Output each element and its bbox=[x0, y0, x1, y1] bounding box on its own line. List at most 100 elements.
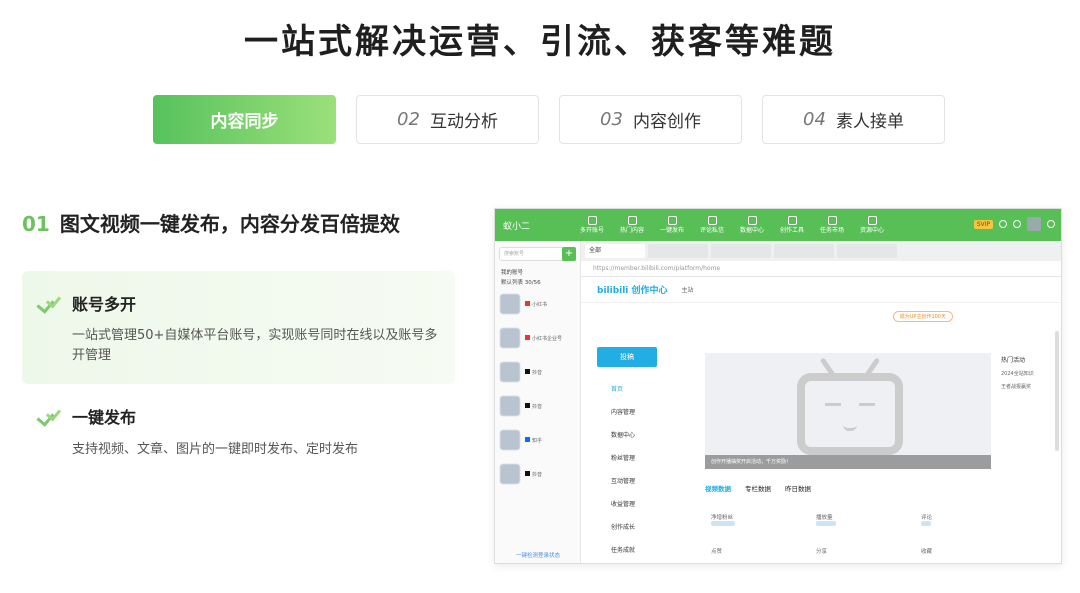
account-item[interactable]: 小红书 bbox=[495, 287, 580, 321]
data-tabs: 视频数据 专栏数据 昨日数据 bbox=[705, 483, 811, 493]
send-icon bbox=[667, 215, 677, 225]
stat-net-fans: 净增粉丝 bbox=[711, 513, 735, 528]
stat-likes: 点赞 bbox=[711, 549, 723, 555]
page: 一站式解决运营、引流、获客等难题 内容同步 02 互动分析 03 内容创作 04… bbox=[0, 0, 1080, 593]
close-icon[interactable] bbox=[1047, 220, 1055, 228]
nav-item[interactable]: 资源中心 bbox=[853, 215, 891, 235]
nav-item[interactable]: 创作工具 bbox=[773, 215, 811, 235]
tab-column-data[interactable]: 专栏数据 bbox=[745, 483, 771, 493]
feature-tabs: 内容同步 02 互动分析 03 内容创作 04 素人接单 bbox=[153, 95, 945, 144]
check-icon bbox=[38, 409, 58, 423]
stat-shares: 分享 bbox=[816, 549, 828, 555]
bili-header: bilibili 创作中心 主站 bbox=[581, 277, 1061, 303]
bili-logo: bilibili 创作中心 bbox=[597, 286, 668, 296]
feature-card-one-click-publish: 一键发布 支持视频、文章、图片的一键即时发布、定时发布 bbox=[22, 398, 455, 478]
menu-item[interactable]: 任务成就 bbox=[581, 538, 691, 561]
account-item[interactable]: 抖音 bbox=[495, 457, 580, 491]
check-login-link[interactable]: 一键检测登录状态 bbox=[495, 551, 581, 559]
tab-label: 内容创作 bbox=[632, 112, 701, 132]
tab-content-sync[interactable]: 内容同步 bbox=[153, 95, 336, 144]
account-avatar bbox=[500, 294, 520, 314]
browser-tab[interactable] bbox=[711, 244, 771, 258]
account-avatar bbox=[500, 464, 520, 484]
tab-amateur-orders[interactable]: 04 素人接单 bbox=[762, 95, 945, 144]
bell-icon[interactable] bbox=[999, 220, 1007, 228]
bili-home-link[interactable]: 主站 bbox=[682, 285, 694, 294]
tab-yesterday-data[interactable]: 昨日数据 bbox=[785, 483, 811, 493]
fire-icon bbox=[627, 215, 637, 225]
account-item[interactable]: 小红书企业号 bbox=[495, 321, 580, 355]
browser-tab[interactable]: 全部 bbox=[585, 244, 645, 258]
tree-default-list[interactable]: 默认列表 30/56 bbox=[495, 277, 580, 287]
scrollbar[interactable] bbox=[1055, 331, 1059, 451]
address-bar[interactable]: https://member.bilibili.com/platform/hom… bbox=[581, 261, 1061, 277]
bili-sidebar: 投稿 首页 内容管理 数据中心 粉丝管理 互动管理 收益管理 创作成长 任务成就 bbox=[581, 337, 691, 561]
topbar-right: SVIP bbox=[973, 217, 1055, 231]
tool-icon bbox=[787, 215, 797, 225]
chart-icon bbox=[747, 215, 757, 225]
stat-views: 播放量 bbox=[816, 513, 836, 528]
account-avatar bbox=[500, 362, 520, 382]
task-icon bbox=[827, 215, 837, 225]
tab-interaction-analysis[interactable]: 02 互动分析 bbox=[356, 95, 539, 144]
browser-tab[interactable] bbox=[837, 244, 897, 258]
menu-item[interactable]: 创作成长 bbox=[581, 515, 691, 538]
stat-favorites: 收藏 bbox=[921, 549, 933, 555]
account-item[interactable]: 抖音 bbox=[495, 355, 580, 389]
feature-description: 支持视频、文章、图片的一键即时发布、定时发布 bbox=[72, 442, 359, 457]
tab-label: 素人接单 bbox=[835, 112, 904, 132]
nav-item[interactable]: 任务市场 bbox=[813, 215, 851, 235]
feature-title: 账号多开 bbox=[72, 295, 137, 314]
nav-item[interactable]: 数据中心 bbox=[733, 215, 771, 235]
bili-pill[interactable]: 成为UP主创作100天 bbox=[892, 311, 953, 322]
tab-video-data[interactable]: 视频数据 bbox=[705, 483, 731, 493]
user-icon bbox=[587, 215, 597, 225]
nav-item[interactable]: 评论私信 bbox=[693, 215, 731, 235]
nav-item[interactable]: 多开账号 bbox=[573, 215, 611, 235]
headset-icon[interactable] bbox=[1013, 220, 1021, 228]
browser-tab[interactable] bbox=[774, 244, 834, 258]
hot-title: 热门活动 bbox=[1001, 357, 1026, 364]
svip-badge: SVIP bbox=[973, 219, 993, 229]
browser-tab[interactable] bbox=[648, 244, 708, 258]
tab-content-creation[interactable]: 03 内容创作 bbox=[559, 95, 742, 144]
grid-icon bbox=[867, 215, 877, 225]
menu-item[interactable]: 粉丝管理 bbox=[581, 446, 691, 469]
menu-item[interactable]: 数据中心 bbox=[581, 423, 691, 446]
browser-tabs: 全部 bbox=[581, 241, 1061, 261]
tab-label: 内容同步 bbox=[210, 112, 279, 132]
tree-my-accounts[interactable]: 我的账号 bbox=[495, 267, 580, 277]
account-item[interactable]: 知乎 bbox=[495, 423, 580, 457]
check-icon bbox=[38, 296, 58, 310]
account-item[interactable]: 抖音 bbox=[495, 389, 580, 423]
account-sidebar: 搜索账号 + 我的账号 默认列表 30/56 小红书 小红书企业号 抖音 抖音 … bbox=[495, 241, 581, 563]
hot-item[interactable]: 王者战报赢奖 bbox=[1001, 383, 1061, 390]
hot-item[interactable]: 2024全站知识 bbox=[1001, 370, 1061, 377]
tab-number: 04 bbox=[803, 109, 826, 130]
menu-item[interactable]: 收益管理 bbox=[581, 492, 691, 515]
menu-item[interactable]: 首页 bbox=[581, 377, 691, 400]
nav-item[interactable]: 一键发布 bbox=[653, 215, 691, 235]
nav-item[interactable]: 热门内容 bbox=[613, 215, 651, 235]
upload-button[interactable]: 投稿 bbox=[597, 347, 657, 367]
embedded-browser: 全部 https://member.bilibili.com/platform/… bbox=[581, 241, 1061, 563]
tab-number: 02 bbox=[397, 109, 420, 130]
account-avatar bbox=[500, 396, 520, 416]
comment-icon bbox=[707, 215, 717, 225]
app-topbar: 蚁小二 多开账号 热门内容 一键发布 评论私信 数据中心 创作工具 任务市场 资… bbox=[495, 209, 1061, 241]
menu-item[interactable]: 互动管理 bbox=[581, 469, 691, 492]
account-avatar bbox=[500, 328, 520, 348]
feature-description: 一站式管理50+自媒体平台账号，实现账号同时在线以及账号多开管理 bbox=[72, 328, 438, 363]
section-title: 01 图文视频一键发布，内容分发百倍提效 bbox=[22, 208, 400, 237]
tab-number: 03 bbox=[600, 109, 623, 130]
feature-card-multi-account: 账号多开 一站式管理50+自媒体平台账号，实现账号同时在线以及账号多开管理 bbox=[22, 271, 455, 384]
banner-caption: 创作开播抽奖开启活动，千万奖励！ bbox=[705, 455, 991, 469]
promo-banner[interactable]: 创作开播抽奖开启活动，千万奖励！ bbox=[705, 353, 991, 469]
menu-item[interactable]: 内容管理 bbox=[581, 400, 691, 423]
tab-label: 互动分析 bbox=[429, 112, 498, 132]
add-account-button[interactable]: + bbox=[562, 247, 576, 261]
section-number: 01 bbox=[22, 212, 50, 236]
avatar[interactable] bbox=[1027, 217, 1041, 231]
feature-title: 一键发布 bbox=[72, 408, 137, 427]
hot-activities: 热门活动 2024全站知识 王者战报赢奖 bbox=[1001, 355, 1061, 390]
